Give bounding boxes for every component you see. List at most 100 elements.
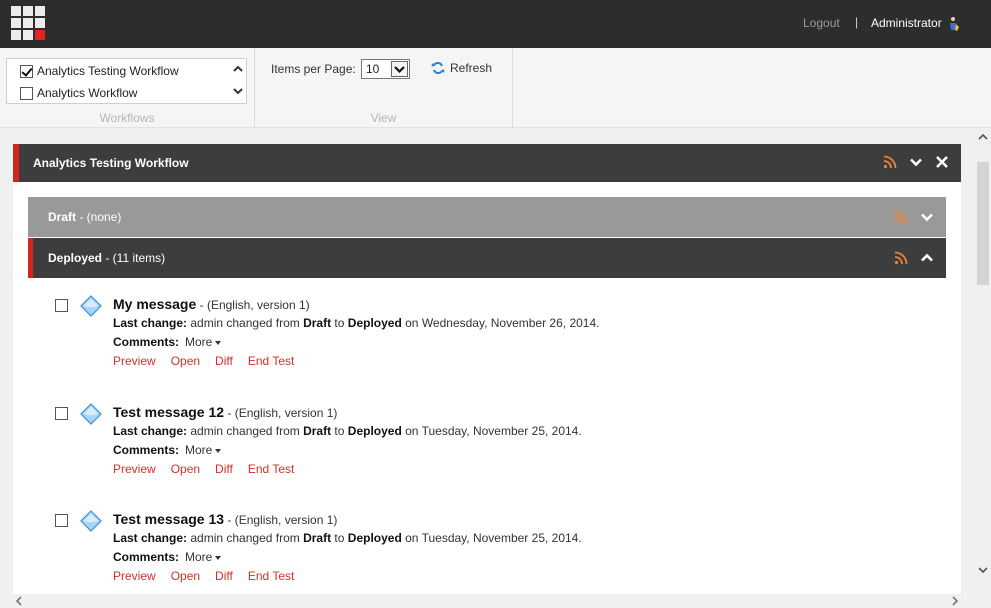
list-item: My message - (English, version 1) Last ch… [55, 294, 935, 384]
scroll-right-icon[interactable] [950, 596, 960, 606]
from-stage: Draft [303, 531, 332, 545]
user-icon [950, 17, 959, 31]
item-meta: - (English, version 1) [224, 513, 338, 527]
logout-link[interactable]: Logout [803, 16, 840, 30]
rss-icon[interactable] [883, 155, 897, 169]
workflow-list-scrollbar[interactable] [230, 59, 246, 103]
action-open-link[interactable]: Open [171, 462, 200, 476]
scroll-left-icon[interactable] [14, 596, 24, 606]
chevron-down-icon[interactable] [909, 155, 923, 169]
item-last-change: Last change: admin changed from Draft to… [113, 531, 582, 545]
item-comments: Comments: More [113, 335, 222, 349]
ribbon-toolbar: Analytics Testing Workflow Analytics Wor… [0, 48, 991, 128]
workflow-item-icon [80, 403, 102, 425]
action-end-test-link[interactable]: End Test [248, 354, 294, 368]
action-diff-link[interactable]: Diff [215, 462, 233, 476]
change-date: on Wednesday, November 26, 2014. [401, 316, 600, 330]
stage-detail: - (none) [76, 210, 122, 224]
more-dropdown[interactable]: More [185, 335, 222, 349]
chevron-up-icon[interactable] [920, 251, 934, 265]
stage-deployed[interactable]: Deployed - (11 items) [28, 238, 946, 278]
workflows-caption: Workflows [99, 111, 155, 125]
item-name[interactable]: Test message 13 [113, 511, 224, 527]
more-label: More [185, 550, 213, 564]
stage-name: Draft [48, 210, 77, 224]
workflow-label: Analytics Testing Workflow [37, 64, 179, 78]
list-item: Test message 12 - (English, version 1) La… [55, 402, 935, 492]
item-last-change: Last change: admin changed from Draft to… [113, 424, 582, 438]
action-end-test-link[interactable]: End Test [248, 462, 294, 476]
rss-icon[interactable] [894, 251, 908, 265]
stage-deployed-title: Deployed - (11 items) [48, 251, 165, 265]
horizontal-scrollbar[interactable] [0, 594, 975, 608]
item-last-change: Last change: admin changed from Draft to… [113, 316, 599, 330]
item-checkbox[interactable] [55, 514, 68, 527]
more-dropdown[interactable]: More [185, 550, 222, 564]
item-checkbox[interactable] [55, 407, 68, 420]
panel-header-icons [883, 155, 949, 169]
workflow-item-analytics[interactable]: Analytics Workflow [7, 82, 231, 104]
action-open-link[interactable]: Open [171, 569, 200, 583]
comments-label: Comments: [113, 335, 180, 349]
action-preview-link[interactable]: Preview [113, 462, 156, 476]
items-per-page-select[interactable]: 10 [361, 59, 410, 79]
workflow-item-analytics-testing[interactable]: Analytics Testing Workflow [7, 60, 231, 82]
stage-draft-title: Draft - (none) [48, 210, 121, 224]
refresh-icon [431, 62, 445, 74]
item-checkbox[interactable] [55, 299, 68, 312]
change-date: on Tuesday, November 25, 2014. [401, 531, 582, 545]
action-open-link[interactable]: Open [171, 354, 200, 368]
item-title: My message - (English, version 1) [113, 296, 310, 312]
workflow-item-icon [80, 295, 102, 317]
caret-down-icon [215, 448, 222, 453]
user-name[interactable]: Administrator [871, 16, 942, 30]
stage-deployed-icons [894, 251, 934, 265]
comments-label: Comments: [113, 443, 180, 457]
to-word: to [331, 531, 348, 545]
item-comments: Comments: More [113, 443, 222, 457]
chevron-down-icon[interactable] [391, 61, 408, 77]
top-bar: Logout | Administrator [0, 0, 991, 48]
stage-name: Deployed [48, 251, 103, 265]
item-actions: Preview Open Diff End Test [113, 569, 294, 583]
view-caption: View [370, 111, 397, 125]
action-diff-link[interactable]: Diff [215, 354, 233, 368]
to-stage: Deployed [347, 316, 402, 330]
rss-icon[interactable] [894, 210, 908, 224]
app-grid-icon[interactable] [11, 6, 45, 40]
close-icon[interactable] [935, 155, 949, 169]
items-per-page-value: 10 [366, 62, 380, 76]
scroll-down-icon[interactable] [978, 565, 988, 575]
to-stage: Deployed [347, 531, 402, 545]
item-title: Test message 13 - (English, version 1) [113, 511, 337, 527]
list-item: Test message 13 - (English, version 1) La… [55, 509, 935, 594]
last-change-label: Last change: [113, 316, 188, 330]
refresh-button[interactable]: Refresh [431, 61, 492, 75]
last-change-label: Last change: [113, 424, 188, 438]
action-preview-link[interactable]: Preview [113, 569, 156, 583]
scroll-up-icon[interactable] [978, 132, 988, 142]
workflow-list: Analytics Testing Workflow Analytics Wor… [6, 58, 247, 104]
vertical-scrollbar[interactable] [975, 128, 991, 594]
workflow-checkbox[interactable] [20, 64, 33, 78]
stage-detail: - (11 items) [102, 251, 166, 265]
stage-draft-icons [894, 210, 934, 224]
item-name[interactable]: Test message 12 [113, 404, 224, 420]
comments-label: Comments: [113, 550, 180, 564]
workflow-item-icon [80, 510, 102, 532]
workflow-panel-title: Analytics Testing Workflow [33, 156, 189, 170]
action-end-test-link[interactable]: End Test [248, 569, 294, 583]
scroll-down-icon[interactable] [233, 86, 243, 96]
workflow-checkbox[interactable] [20, 86, 33, 100]
item-meta: - (English, version 1) [196, 298, 310, 312]
vertical-scroll-thumb[interactable] [977, 162, 989, 285]
chevron-down-icon[interactable] [920, 210, 934, 224]
stage-draft[interactable]: Draft - (none) [28, 197, 946, 237]
more-dropdown[interactable]: More [185, 443, 222, 457]
changed-by: admin changed from [187, 316, 304, 330]
action-preview-link[interactable]: Preview [113, 354, 156, 368]
item-name[interactable]: My message [113, 296, 196, 312]
scroll-up-icon[interactable] [233, 64, 243, 74]
action-diff-link[interactable]: Diff [215, 569, 233, 583]
last-change-label: Last change: [113, 531, 188, 545]
